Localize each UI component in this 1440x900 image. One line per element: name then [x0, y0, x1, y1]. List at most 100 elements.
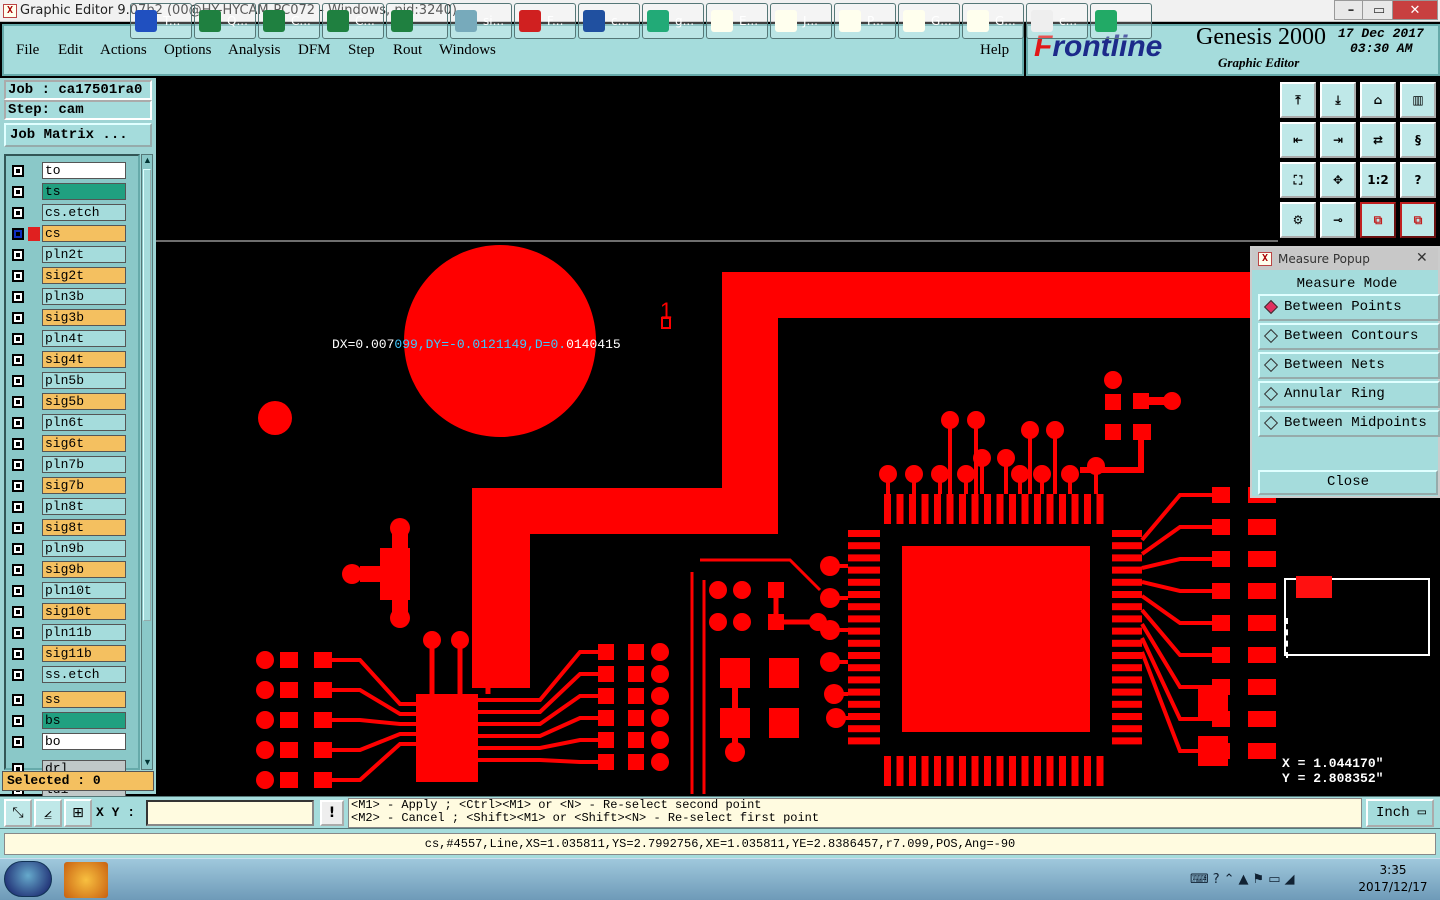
- layer-name[interactable]: to: [42, 162, 126, 179]
- menu-windows[interactable]: Windows: [439, 42, 496, 59]
- taskbar-item[interactable]: Q...: [194, 3, 256, 39]
- layer-row[interactable]: sig2t: [8, 267, 138, 285]
- taskbar-item[interactable]: si...: [450, 3, 512, 39]
- layer-checkbox[interactable]: [12, 736, 24, 748]
- shell-icon[interactable]: [64, 862, 108, 898]
- layer-row[interactable]: pln11b: [8, 624, 138, 642]
- scroll-thumb[interactable]: [143, 169, 151, 621]
- layer-checkbox[interactable]: [12, 228, 24, 240]
- layer-row[interactable]: sig6t: [8, 435, 138, 453]
- swap-icon[interactable]: ⇄: [1360, 122, 1396, 158]
- layer-name[interactable]: cs: [42, 225, 126, 242]
- center-icon[interactable]: ✥: [1320, 162, 1356, 198]
- layer-checkbox[interactable]: [12, 480, 24, 492]
- taskbar-item[interactable]: P...: [834, 3, 896, 39]
- fit-icon[interactable]: ⛶: [1280, 162, 1316, 198]
- layer-row[interactable]: pln2t: [8, 246, 138, 264]
- popup-close-icon[interactable]: ✕: [1416, 250, 1428, 266]
- menu-options[interactable]: Options: [164, 42, 212, 59]
- menu-actions[interactable]: Actions: [100, 42, 147, 59]
- tray-clock[interactable]: 3:35 2017/12/17: [1350, 862, 1436, 896]
- layer-row[interactable]: ts: [8, 183, 138, 201]
- layer-row[interactable]: pln7b: [8, 456, 138, 474]
- unit-selector[interactable]: Inch ▭: [1366, 799, 1434, 827]
- tray-icons[interactable]: ⌨?⌃▲⚑▭◢: [1190, 872, 1299, 887]
- menu-help[interactable]: Help: [980, 42, 1009, 59]
- layer-row[interactable]: pln9b: [8, 540, 138, 558]
- layer-checkbox[interactable]: [12, 291, 24, 303]
- menu-edit[interactable]: Edit: [58, 42, 83, 59]
- layer-checkbox[interactable]: [12, 669, 24, 681]
- taskbar-item[interactable]: [386, 3, 448, 39]
- layer-checkbox[interactable]: [12, 543, 24, 555]
- scroll-up-icon[interactable]: ▲: [143, 155, 152, 167]
- taskbar-item[interactable]: T...: [130, 3, 192, 39]
- layer-checkbox[interactable]: [12, 585, 24, 597]
- layer-name[interactable]: pln2t: [42, 246, 126, 263]
- layer-row[interactable]: sig4t: [8, 351, 138, 369]
- layer-row[interactable]: ss.etch: [8, 666, 138, 684]
- layer-name[interactable]: ss.etch: [42, 666, 126, 683]
- taskbar-item[interactable]: c...: [1026, 3, 1088, 39]
- menu-file[interactable]: File: [16, 42, 39, 59]
- tools-icon[interactable]: ⚙: [1280, 202, 1316, 238]
- layer-row[interactable]: sig5b: [8, 393, 138, 411]
- layer-checkbox[interactable]: [12, 627, 24, 639]
- measure-option[interactable]: Annular Ring: [1258, 381, 1440, 408]
- layer-name[interactable]: pln3b: [42, 288, 126, 305]
- layer-row[interactable]: pln8t: [8, 498, 138, 516]
- maximize-button[interactable]: ▭: [1362, 0, 1396, 20]
- layer-checkbox[interactable]: [12, 207, 24, 219]
- layer-checkbox[interactable]: [12, 375, 24, 387]
- layer-name[interactable]: cs.etch: [42, 204, 126, 221]
- pcb-layout-view[interactable]: 1 DX=0.007099,DY=-0.0121149,D=0.0140415: [156, 78, 1278, 794]
- layer-name[interactable]: sig2t: [42, 267, 126, 284]
- layer-row[interactable]: sig11b: [8, 645, 138, 663]
- overview-map[interactable]: [1278, 500, 1440, 746]
- taskbar-item[interactable]: g...: [642, 3, 704, 39]
- layer-checkbox[interactable]: [12, 564, 24, 576]
- move-left-icon[interactable]: ⇤: [1280, 122, 1316, 158]
- zoom-box-icon[interactable]: ⤡: [4, 799, 32, 827]
- layer-name[interactable]: pln11b: [42, 624, 126, 641]
- layer-checkbox[interactable]: [12, 522, 24, 534]
- home-icon[interactable]: ⌂: [1360, 82, 1396, 118]
- layer-down-icon[interactable]: ⤓: [1320, 82, 1356, 118]
- layer-row[interactable]: sig7b: [8, 477, 138, 495]
- layer-row[interactable]: cs.etch: [8, 204, 138, 222]
- taskbar-item[interactable]: E...: [706, 3, 768, 39]
- layer-checkbox[interactable]: [12, 354, 24, 366]
- layer-row[interactable]: bs: [8, 712, 138, 730]
- layer-checkbox[interactable]: [12, 501, 24, 513]
- app-x-icon[interactable]: X: [3, 4, 17, 18]
- menu-step[interactable]: Step: [348, 42, 375, 59]
- layer-name[interactable]: pln4t: [42, 330, 126, 347]
- scale-icon[interactable]: 1:2: [1360, 162, 1396, 198]
- graphic-canvas[interactable]: 1 DX=0.007099,DY=-0.0121149,D=0.0140415: [156, 78, 1278, 794]
- measure-option[interactable]: Between Midpoints: [1258, 410, 1440, 437]
- layer-row[interactable]: sig3b: [8, 309, 138, 327]
- net-icon[interactable]: ⧉: [1360, 202, 1396, 238]
- layer-name[interactable]: pln9b: [42, 540, 126, 557]
- measure-angle-icon[interactable]: ⦤: [34, 799, 62, 827]
- layer-checkbox[interactable]: [12, 417, 24, 429]
- measure-close-button[interactable]: Close: [1258, 470, 1438, 495]
- layer-up-icon[interactable]: ⤒: [1280, 82, 1316, 118]
- taskbar-item[interactable]: G...: [962, 3, 1024, 39]
- move-right-icon[interactable]: ⇥: [1320, 122, 1356, 158]
- taskbar-item[interactable]: F...: [514, 3, 576, 39]
- layer-name[interactable]: sig3b: [42, 309, 126, 326]
- panel-icon[interactable]: ▥: [1400, 82, 1436, 118]
- layer-checkbox[interactable]: [12, 648, 24, 660]
- layer-row[interactable]: sig9b: [8, 561, 138, 579]
- taskbar-item[interactable]: c...: [578, 3, 640, 39]
- layer-checkbox[interactable]: [12, 459, 24, 471]
- layer-name[interactable]: sig11b: [42, 645, 126, 662]
- layer-checkbox[interactable]: [12, 694, 24, 706]
- layer-name[interactable]: pln6t: [42, 414, 126, 431]
- layer-checkbox[interactable]: [12, 312, 24, 324]
- layer-name[interactable]: sig5b: [42, 393, 126, 410]
- layer-checkbox[interactable]: [12, 606, 24, 618]
- layer-name[interactable]: sig10t: [42, 603, 126, 620]
- layer-name[interactable]: sig6t: [42, 435, 126, 452]
